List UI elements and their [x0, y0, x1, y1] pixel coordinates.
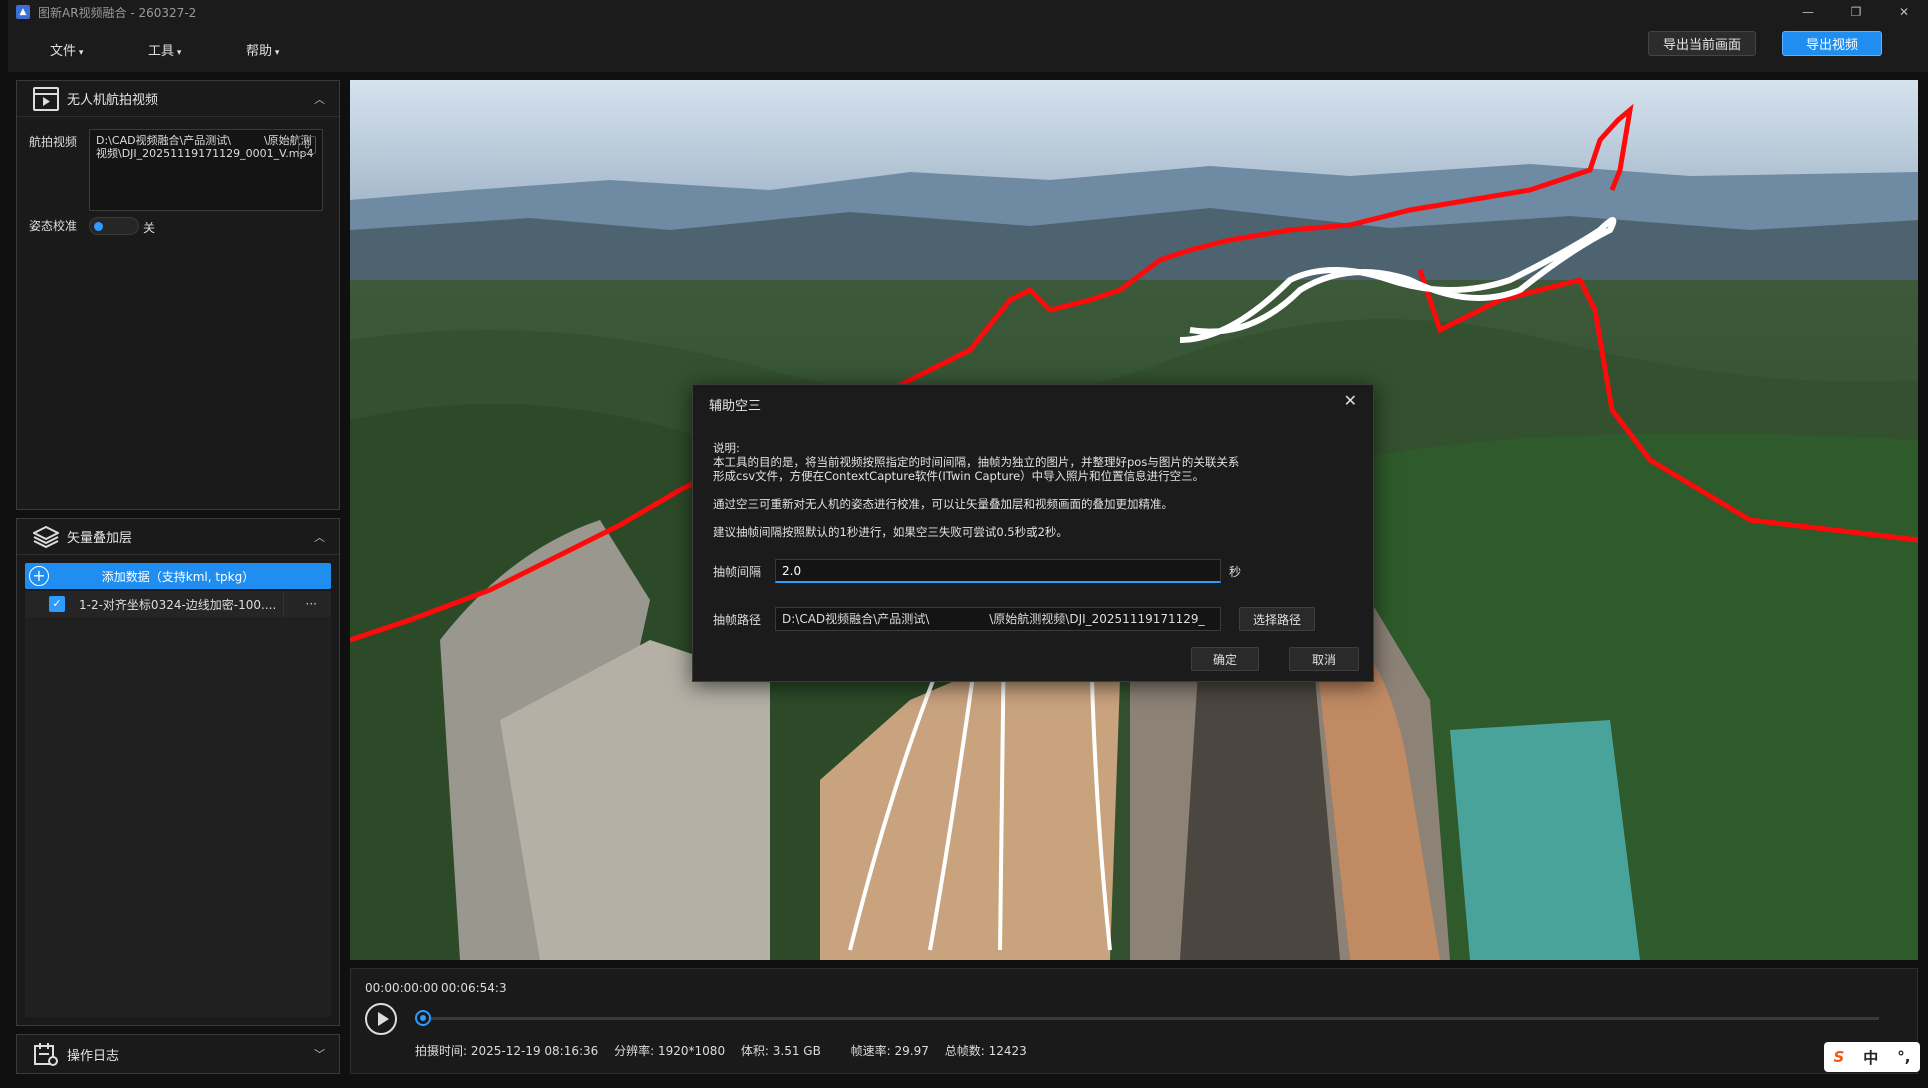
layer-list: ✓ 1-2-对齐坐标0324-边线加密-100.... ···	[25, 591, 331, 1017]
video-metadata: 拍摄时间: 2025-12-19 08:16:36 分辨率: 1920*1080…	[415, 1042, 1039, 1059]
frame-rate: 帧速率: 29.97	[850, 1044, 929, 1058]
desc-line	[713, 483, 1273, 497]
ime-indicator[interactable]: S 中 °,	[1824, 1042, 1920, 1072]
add-data-label: 添加数据（支持kml, tpkg）	[101, 569, 255, 584]
checkbox-checked-icon[interactable]: ✓	[49, 596, 65, 612]
progress-slider-handle[interactable]	[415, 1010, 431, 1026]
pose-calibration-state: 关	[143, 221, 156, 235]
file-icon[interactable]: ▯	[298, 136, 316, 154]
operation-log-panel-title: 操作日志	[67, 1048, 120, 1064]
vector-layer-panel-title: 矢量叠加层	[67, 531, 133, 546]
video-label: 航拍视频	[29, 135, 78, 149]
play-button[interactable]	[365, 1003, 397, 1035]
frame-path-input[interactable]: D:\CAD视频融合\产品测试\ \原始航测视频\DJI_20251119171…	[775, 607, 1221, 631]
current-time: 00:00:00:00	[365, 981, 439, 995]
clapperboard-icon	[33, 86, 59, 111]
calendar-log-icon	[34, 1043, 58, 1066]
vector-layer-panel: 矢量叠加层 ︿ + 添加数据（支持kml, tpkg） ✓ 1-2-对齐坐标03…	[16, 518, 340, 1026]
progress-track[interactable]	[423, 1017, 1879, 1020]
total-time: 00:06:54:3	[441, 981, 507, 995]
frame-interval-label: 抽帧间隔	[713, 565, 762, 579]
collapse-chevron-icon[interactable]: ︿	[314, 91, 325, 107]
menu-file[interactable]: 文件	[50, 40, 83, 59]
pose-calibration-toggle[interactable]	[89, 217, 139, 235]
divider	[283, 591, 284, 617]
dialog-title: 辅助空三	[709, 399, 762, 414]
window-title: 图新AR视频融合 - 260327-2	[38, 5, 197, 20]
ime-mode: 中	[1863, 1048, 1879, 1067]
close-icon[interactable]: ✕	[1344, 391, 1357, 410]
video-path-text: D:\CAD视频融合\产品测试\ \原始航测视频\DJI_20251119171…	[96, 134, 314, 160]
ime-punctuation: °,	[1897, 1048, 1911, 1066]
add-circle-icon: +	[29, 566, 49, 586]
drone-video-panel: 无人机航拍视频 ︿ 航拍视频 D:\CAD视频融合\产品测试\ \原始航测视频\…	[16, 80, 340, 510]
resolution: 分辨率: 1920*1080	[614, 1044, 726, 1058]
pose-calibration-label: 姿态校准	[29, 219, 78, 233]
shoot-time: 拍摄时间: 2025-12-19 08:16:36	[415, 1044, 599, 1058]
add-data-button[interactable]: + 添加数据（支持kml, tpkg）	[25, 563, 331, 589]
app-logo-icon: ▲	[16, 5, 30, 19]
cancel-button[interactable]: 取消	[1289, 647, 1359, 671]
close-window-button[interactable]: ✕	[1880, 0, 1928, 24]
restore-button[interactable]: ❐	[1832, 0, 1880, 24]
list-item[interactable]: ✓ 1-2-对齐坐标0324-边线加密-100.... ···	[25, 591, 331, 617]
layer-name: 1-2-对齐坐标0324-边线加密-100....	[79, 597, 277, 612]
interval-unit: 秒	[1229, 565, 1242, 579]
export-frame-button[interactable]: 导出当前画面	[1648, 31, 1756, 56]
minimize-button[interactable]: —	[1784, 0, 1832, 24]
export-video-button[interactable]: 导出视频	[1782, 31, 1882, 56]
frame-path-label: 抽帧路径	[713, 613, 762, 627]
drone-video-panel-title: 无人机航拍视频	[67, 93, 159, 108]
layers-icon	[33, 525, 59, 548]
more-options-icon[interactable]: ···	[306, 597, 317, 611]
choose-path-button[interactable]: 选择路径	[1239, 607, 1315, 631]
sogou-logo-icon: S	[1833, 1048, 1845, 1066]
video-path-field[interactable]: D:\CAD视频融合\产品测试\ \原始航测视频\DJI_20251119171…	[89, 129, 323, 211]
playback-bar: 00:00:00:00 00:06:54:3 拍摄时间: 2025-12-19 …	[350, 968, 1918, 1074]
expand-chevron-icon[interactable]: ﹀	[314, 1046, 325, 1062]
dialog-description: 说明: 本工具的目的是，将当前视频按照指定的时间间隔，抽帧为独立的图片，并整理好…	[713, 441, 1273, 539]
operation-log-panel: 操作日志 ﹀	[16, 1034, 340, 1074]
desc-line: 本工具的目的是，将当前视频按照指定的时间间隔，抽帧为独立的图片，并整理好pos与…	[713, 455, 1240, 469]
title-bar: ▲ 图新AR视频融合 - 260327-2 — ❐ ✕	[8, 0, 1928, 24]
desc-line: 建议抽帧间隔按照默认的1秒进行，如果空三失败可尝试0.5秒或2秒。	[713, 525, 1068, 539]
operation-log-panel-header[interactable]: 操作日志 ﹀	[17, 1035, 339, 1073]
menu-tools[interactable]: 工具	[148, 40, 181, 59]
file-size: 体积: 3.51 GB	[740, 1044, 821, 1058]
ok-button[interactable]: 确定	[1191, 647, 1259, 671]
window-controls: — ❐ ✕	[1784, 0, 1928, 24]
total-frames: 总帧数: 12423	[944, 1044, 1027, 1058]
desc-line	[713, 511, 1273, 525]
drone-video-panel-header[interactable]: 无人机航拍视频 ︿	[17, 81, 339, 117]
frame-interval-input[interactable]: 2.0	[775, 559, 1221, 583]
vector-layer-panel-header[interactable]: 矢量叠加层 ︿	[17, 519, 339, 555]
desc-line: 说明:	[713, 441, 740, 455]
desc-line: 通过空三可重新对无人机的姿态进行校准，可以让矢量叠加层和视频画面的叠加更加精准。	[713, 497, 1173, 511]
collapse-chevron-icon[interactable]: ︿	[314, 529, 325, 545]
menu-help[interactable]: 帮助	[246, 40, 279, 59]
aerial-triangulation-dialog: 辅助空三 ✕ 说明: 本工具的目的是，将当前视频按照指定的时间间隔，抽帧为独立的…	[692, 384, 1374, 682]
desc-line: 形成csv文件，方便在ContextCapture软件(ITwin Captur…	[713, 469, 1205, 483]
menu-bar: 文件 工具 帮助	[8, 24, 1928, 72]
